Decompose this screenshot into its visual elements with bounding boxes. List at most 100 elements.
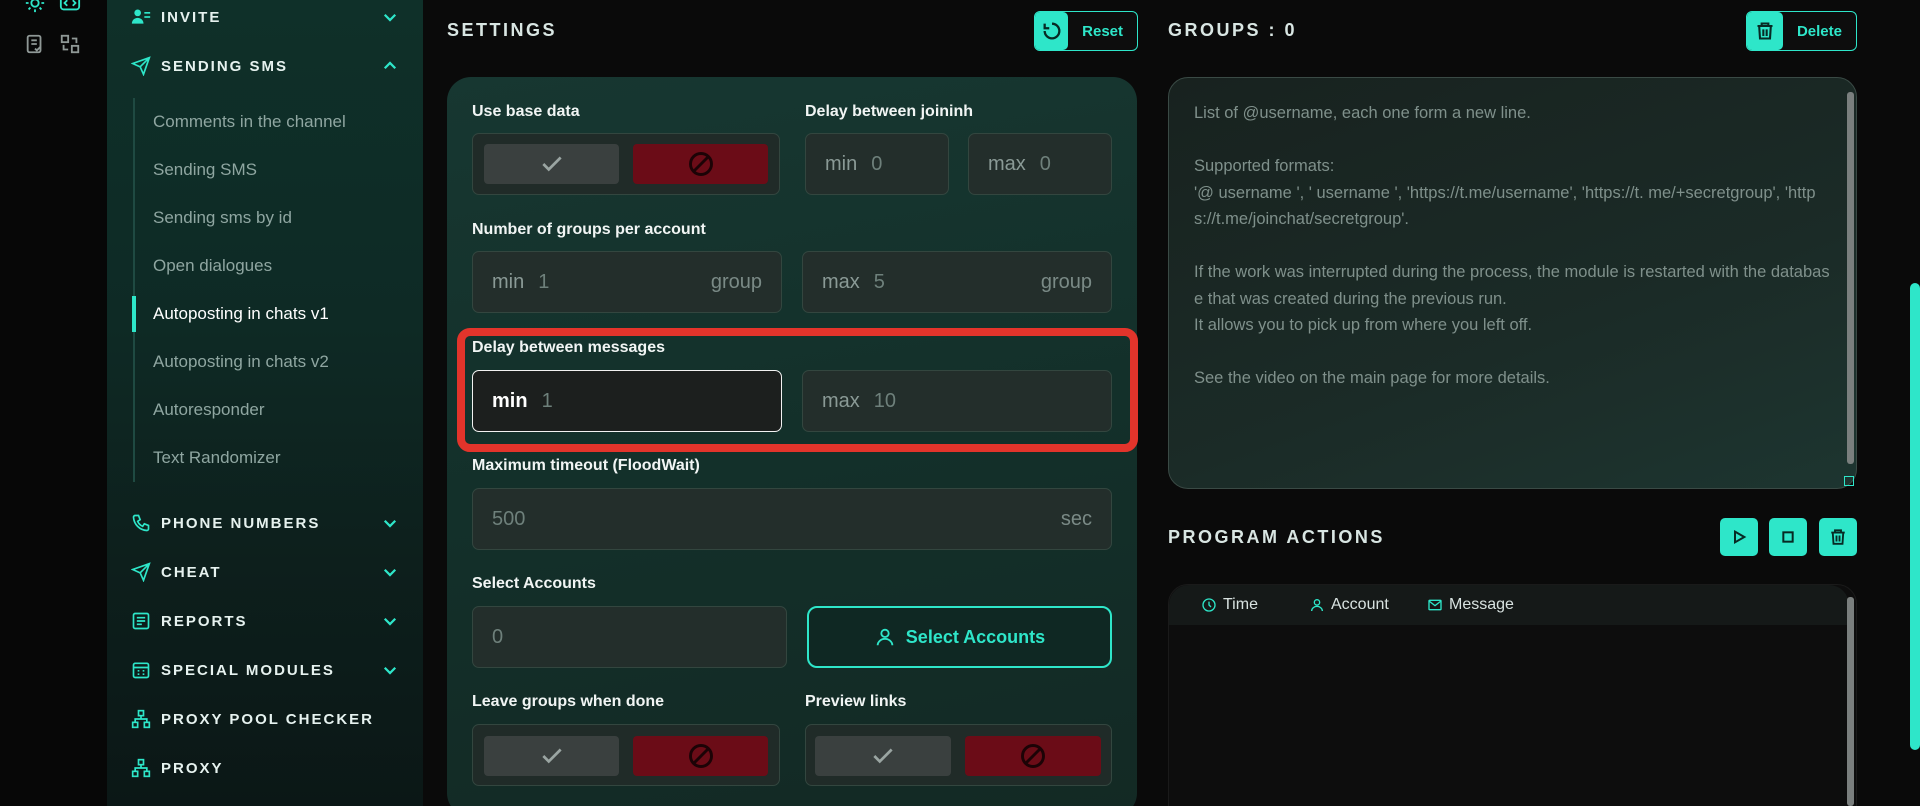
clock-icon [1202, 598, 1216, 612]
min-key: min [825, 152, 858, 175]
delay-joining-max-field[interactable]: max 0 [968, 133, 1112, 195]
sending-sms-submenu: Comments in the channel Sending SMS Send… [132, 98, 403, 482]
preview-links-yes[interactable] [815, 736, 951, 776]
chevron-down-icon [383, 617, 397, 626]
nav-section-proxy[interactable]: PROXY [131, 756, 399, 780]
max-value: 5 [873, 270, 885, 293]
groups-per-account-max-field[interactable]: max 5 group [802, 251, 1112, 313]
delete-label: Delete [1796, 22, 1842, 40]
trash-icon [1831, 529, 1845, 545]
max-key: max [988, 152, 1026, 175]
nav-section-cheat[interactable]: CHEAT [131, 560, 399, 584]
gear-icon[interactable] [24, 0, 46, 14]
icon-rail [0, 0, 107, 806]
nav-section-proxy-pool-checker[interactable]: PROXY POOL CHECKER [131, 707, 399, 731]
chevron-down-icon [383, 13, 397, 22]
actions-log: Time Account Message [1168, 584, 1857, 806]
log-header: Time Account Message [1169, 585, 1849, 625]
use-base-data-yes[interactable] [484, 144, 619, 184]
reset-button[interactable]: Reset [1034, 11, 1138, 51]
groups-scrollbar[interactable] [1847, 92, 1854, 464]
delay-joining-label: Delay between joininh [805, 103, 974, 120]
nav-section-invite[interactable]: INVITE [131, 5, 399, 29]
nav-section-label: PROXY [161, 759, 224, 777]
chevron-down-icon [383, 666, 397, 675]
trash-icon [1747, 12, 1783, 50]
nav-section-phone-numbers[interactable]: PHONE NUMBERS [131, 511, 399, 535]
sidebar-item-autoposting-v2[interactable]: Autoposting in chats v2 [135, 338, 403, 386]
mail-icon [1428, 599, 1442, 611]
leave-groups-no[interactable] [633, 736, 768, 776]
max-timeout-label: Maximum timeout (FloodWait) [472, 457, 700, 474]
code-icon[interactable] [59, 0, 81, 14]
nav-section-sending-sms[interactable]: SENDING SMS [131, 54, 399, 78]
groups-per-account-label: Number of groups per account [472, 221, 706, 238]
report-icon [132, 612, 150, 630]
nav-section-label: PROXY POOL CHECKER [161, 710, 374, 728]
play-button[interactable] [1720, 518, 1758, 556]
min-value: 0 [871, 152, 883, 175]
accounts-count-field[interactable]: 0 [472, 606, 787, 668]
swap-icon[interactable] [59, 33, 81, 55]
preview-links-label: Preview links [805, 693, 907, 710]
max-timeout-value: 500 [492, 507, 526, 530]
nav-section-label: SPECIAL MODULES [161, 661, 335, 679]
nav-section-label: REPORTS [161, 612, 248, 630]
resize-handle[interactable] [1844, 476, 1854, 486]
select-accounts-button[interactable]: Select Accounts [807, 606, 1112, 668]
leave-groups-label: Leave groups when done [472, 693, 665, 710]
column-time[interactable]: Time [1201, 596, 1258, 614]
groups-per-account-min-field[interactable]: min 1 group [472, 251, 782, 313]
network-icon [131, 709, 151, 729]
check-icon [873, 748, 893, 764]
block-icon [688, 152, 713, 176]
max-key: max [822, 270, 860, 293]
page-scrollbar[interactable] [1910, 283, 1920, 750]
use-base-data-no[interactable] [633, 144, 768, 184]
nav-section-label: INVITE [161, 8, 222, 26]
send-icon [131, 562, 151, 582]
program-actions-title: PROGRAM ACTIONS [1168, 527, 1385, 547]
column-account[interactable]: Account [1309, 596, 1389, 614]
groups-placeholder: List of @username, each one form a new l… [1194, 104, 1830, 387]
select-accounts-label: Select Accounts [472, 575, 596, 592]
sidebar-item-text-randomizer[interactable]: Text Randomizer [135, 434, 403, 482]
leave-groups-yes[interactable] [484, 736, 619, 776]
sidebar-item-sending-sms[interactable]: Sending SMS [135, 146, 403, 194]
sidebar-item-open-dialogues[interactable]: Open dialogues [135, 242, 403, 290]
clear-log-button[interactable] [1819, 518, 1857, 556]
sidebar-item-autoresponder[interactable]: Autoresponder [135, 386, 403, 434]
max-value: 0 [1039, 152, 1051, 175]
reset-label: Reset [1082, 22, 1123, 40]
user-icon [1311, 599, 1323, 612]
reset-icon [1035, 12, 1069, 50]
send-icon [131, 56, 151, 76]
log-scrollbar[interactable] [1847, 597, 1854, 806]
groups-title: GROUPS : 0 [1168, 20, 1298, 40]
network-icon [131, 758, 151, 778]
sidebar-item-autoposting-v1[interactable]: Autoposting in chats v1 [132, 290, 403, 338]
phone-icon [132, 514, 150, 532]
chevron-down-icon [383, 568, 397, 577]
min-key: min [492, 270, 525, 293]
highlight-box [457, 328, 1138, 452]
sidebar-item-comments-in-the-channel[interactable]: Comments in the channel [135, 98, 403, 146]
nav-section-special-modules[interactable]: SPECIAL MODULES [131, 658, 399, 682]
play-icon [1734, 529, 1747, 545]
groups-textarea[interactable]: List of @username, each one form a new l… [1168, 77, 1857, 489]
sidebar-item-sending-sms-by-id[interactable]: Sending sms by id [135, 194, 403, 242]
stop-button[interactable] [1769, 518, 1807, 556]
preview-links-no[interactable] [965, 736, 1101, 776]
delete-button[interactable]: Delete [1746, 11, 1857, 51]
max-timeout-field[interactable]: 500 sec [472, 488, 1112, 550]
delay-joining-min-field[interactable]: min 0 [805, 133, 949, 195]
column-label: Account [1331, 596, 1389, 613]
checklist-icon[interactable] [24, 33, 46, 55]
calendar-grid-icon [132, 662, 150, 679]
block-icon [1021, 744, 1045, 768]
nav-section-reports[interactable]: REPORTS [131, 609, 399, 633]
nav-section-label: SENDING SMS [161, 57, 289, 75]
chevron-down-icon [383, 519, 397, 528]
column-label: Message [1449, 596, 1514, 613]
column-message[interactable]: Message [1427, 596, 1514, 614]
